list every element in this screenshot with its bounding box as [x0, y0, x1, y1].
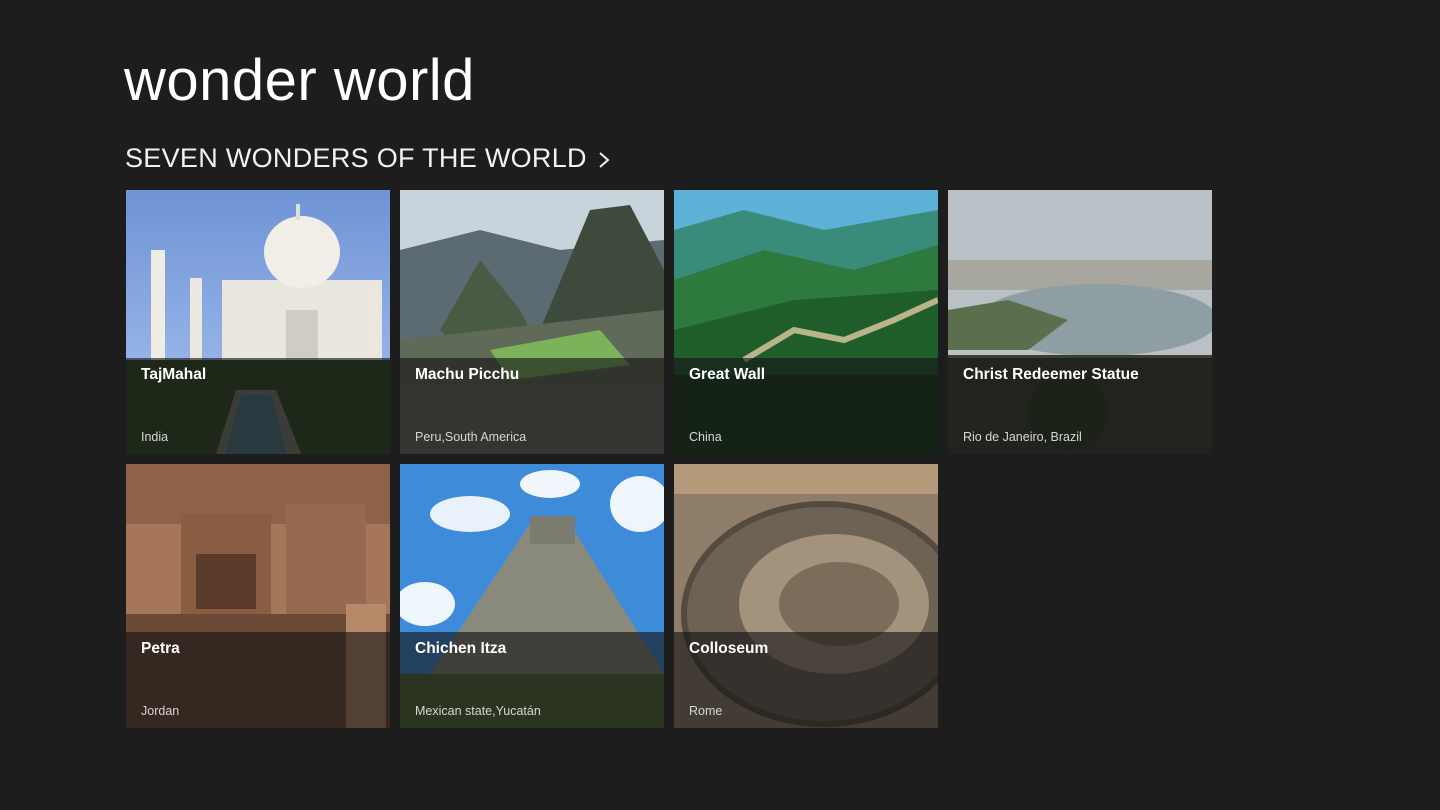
wonder-location: Peru,South America — [415, 430, 527, 444]
wonder-location: Mexican state,Yucatán — [415, 704, 541, 718]
tile-colosseum[interactable]: Colloseum Rome — [674, 464, 938, 728]
tile-christ-redeemer[interactable]: Christ Redeemer Statue Rio de Janeiro, B… — [948, 190, 1212, 454]
wonder-name: Machu Picchu — [415, 366, 520, 383]
app-root: wonder world SEVEN WONDERS OF THE WORLD — [0, 0, 1440, 810]
section-title: SEVEN WONDERS OF THE WORLD — [125, 143, 587, 173]
wonder-name: Petra — [141, 640, 180, 657]
wonder-name: Colloseum — [689, 640, 769, 657]
wonder-location: India — [141, 430, 169, 444]
tile-petra[interactable]: Petra Jordan — [126, 464, 390, 728]
tile-great-wall[interactable]: Great Wall China — [674, 190, 938, 454]
tile-machu-picchu[interactable]: Machu Picchu Peru,South America — [400, 190, 664, 454]
wonder-location: Jordan — [141, 704, 180, 718]
wonder-name: Great Wall — [689, 366, 766, 383]
wonder-name: Christ Redeemer Statue — [963, 366, 1139, 383]
tile-taj-mahal[interactable]: TajMahal India — [126, 190, 390, 454]
chevron-right-icon — [597, 150, 611, 170]
wonder-name: TajMahal — [141, 366, 207, 383]
tile-chichen-itza[interactable]: Chichen Itza Mexican state,Yucatán — [400, 464, 664, 728]
wonder-location: Rio de Janeiro, Brazil — [963, 430, 1082, 444]
wonder-name: Chichen Itza — [415, 640, 507, 657]
wonder-location: China — [689, 430, 722, 444]
wonder-location: Rome — [689, 704, 723, 718]
section-header-seven-wonders[interactable]: SEVEN WONDERS OF THE WORLD — [125, 143, 611, 174]
wonders-grid: TajMahal India Machu Picchu Peru,South A… — [126, 190, 1212, 728]
app-title: wonder world — [124, 48, 475, 113]
